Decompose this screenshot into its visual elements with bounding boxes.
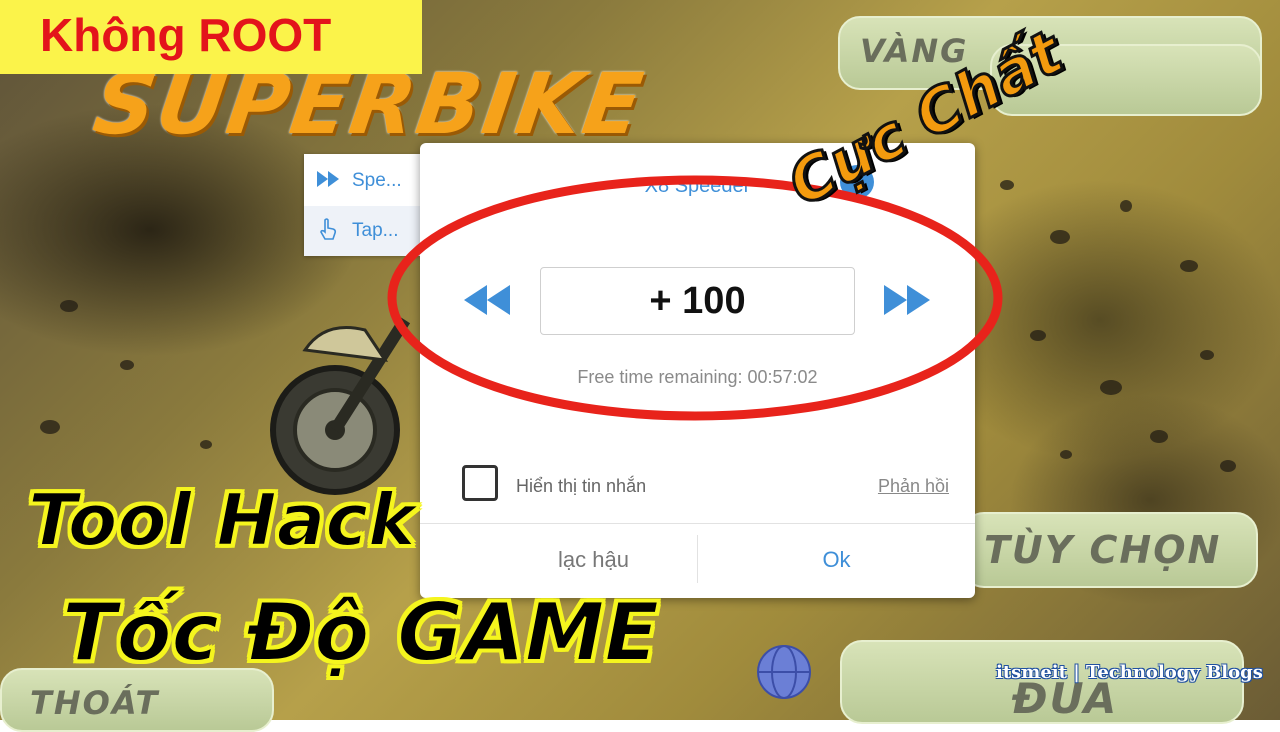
show-message-label: Hiển thị tin nhắn — [516, 476, 647, 496]
feedback-link[interactable]: Phản hồi — [878, 476, 949, 497]
cancel-button[interactable]: lạc hậu — [420, 531, 697, 589]
exit-label: THOÁT — [30, 684, 160, 722]
no-root-label: Không ROOT — [40, 9, 332, 61]
no-root-badge: Không ROOT — [0, 0, 422, 74]
tap-hand-icon — [304, 217, 352, 245]
promo-line-2: Tốc Độ GAME — [61, 585, 660, 680]
show-message-checkbox[interactable] — [462, 465, 498, 501]
fast-forward-icon — [304, 170, 352, 192]
cancel-button-label: lạc hậu — [558, 547, 629, 572]
promo-line-1: Tool Hack — [27, 477, 417, 563]
ok-button[interactable]: Ok — [698, 531, 975, 589]
ok-button-label: Ok — [822, 547, 851, 572]
dialog-divider — [420, 523, 975, 524]
site-credit: itsmeit | Technology Blogs — [996, 662, 1263, 683]
options-button[interactable]: TÙY CHỌN — [962, 512, 1258, 588]
options-label: TÙY CHỌN — [984, 528, 1222, 572]
highlight-ring — [387, 175, 1003, 421]
globe-icon[interactable] — [756, 644, 812, 700]
